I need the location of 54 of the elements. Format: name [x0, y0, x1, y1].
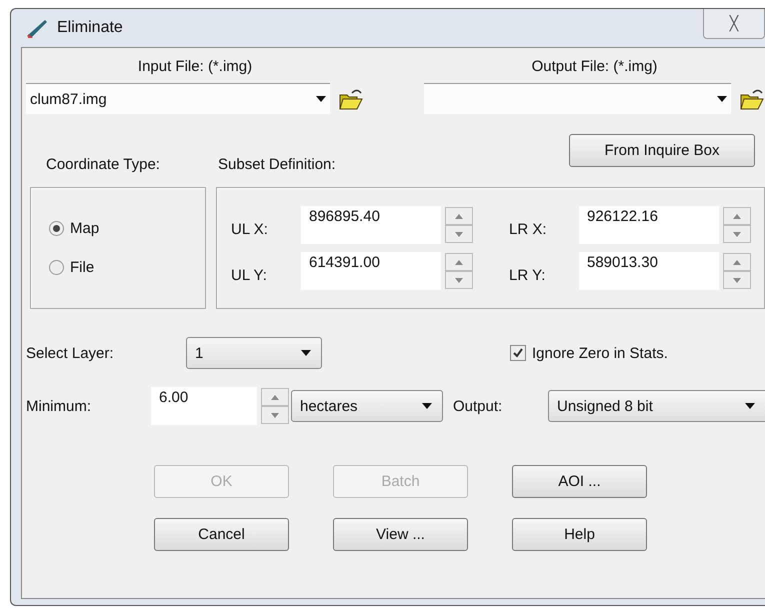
input-file-label: Input File: (*.img) [138, 58, 252, 75]
dialog-button[interactable]: View ... [333, 518, 468, 551]
up-arrow-icon [455, 260, 463, 264]
up-arrow-icon [733, 260, 741, 264]
from-inquire-box-button[interactable]: From Inquire Box [569, 134, 755, 167]
input-file-combo[interactable]: clum87.img [26, 83, 330, 114]
down-arrow-icon [455, 278, 463, 282]
coordinate-label: UL X: [231, 220, 269, 238]
dropdown-arrow-icon [301, 350, 311, 356]
dropdown-arrow-icon [717, 96, 727, 102]
down-arrow-icon [733, 278, 741, 282]
spinner-control[interactable] [723, 207, 751, 243]
output-file-combo[interactable] [424, 83, 731, 114]
coordinate-field[interactable]: 896895.40 [301, 206, 441, 244]
spinner-control[interactable] [261, 388, 289, 424]
minimum-field[interactable]: 6.00 [151, 387, 257, 425]
dropdown-arrow-icon [745, 403, 755, 409]
checkbox[interactable] [510, 345, 526, 361]
output-type-combo[interactable]: Unsigned 8 bit [548, 390, 765, 422]
radio-label: File [70, 259, 94, 276]
coordinate-field[interactable]: 926122.16 [579, 206, 719, 244]
down-arrow-icon [271, 412, 279, 418]
output-file-label: Output File: (*.img) [532, 58, 658, 75]
dialog-button[interactable]: Cancel [154, 518, 289, 551]
radio-label: Map [70, 220, 100, 237]
dialog-button[interactable]: AOI ... [512, 465, 647, 498]
window-title: Eliminate [57, 19, 123, 37]
coordinate-field[interactable]: 614391.00 [301, 252, 441, 290]
up-arrow-icon [455, 214, 463, 218]
down-arrow-icon [733, 232, 741, 236]
output-label: Output: [453, 398, 504, 414]
layer-combo[interactable]: 1 [186, 337, 322, 369]
spinner-control[interactable] [445, 253, 473, 289]
dropdown-arrow-icon [316, 96, 326, 102]
dropdown-arrow-icon [422, 403, 432, 409]
subset-definition-label: Subset Definition: [218, 156, 336, 173]
coordinate-label: LR Y: [509, 266, 546, 284]
minimum-label: Minimum: [26, 398, 92, 414]
down-arrow-icon [455, 232, 463, 236]
up-arrow-icon [733, 214, 741, 218]
checkbox-label: Ignore Zero in Stats. [532, 344, 668, 362]
dialog-button[interactable]: Help [512, 518, 647, 551]
radio-button[interactable] [49, 260, 64, 275]
coordinate-label: LR X: [509, 220, 548, 238]
close-button[interactable]: ╳ [703, 9, 765, 39]
spinner-control[interactable] [723, 253, 751, 289]
radio-button[interactable] [49, 221, 64, 236]
select-layer-label: Select Layer: [26, 344, 115, 362]
up-arrow-icon [271, 394, 279, 400]
spinner-control[interactable] [445, 207, 473, 243]
coordinate-type-label: Coordinate Type: [46, 156, 161, 173]
coordinate-field[interactable]: 589013.30 [579, 252, 719, 290]
unit-combo[interactable]: hectares [291, 390, 443, 422]
coordinate-label: UL Y: [231, 266, 268, 284]
